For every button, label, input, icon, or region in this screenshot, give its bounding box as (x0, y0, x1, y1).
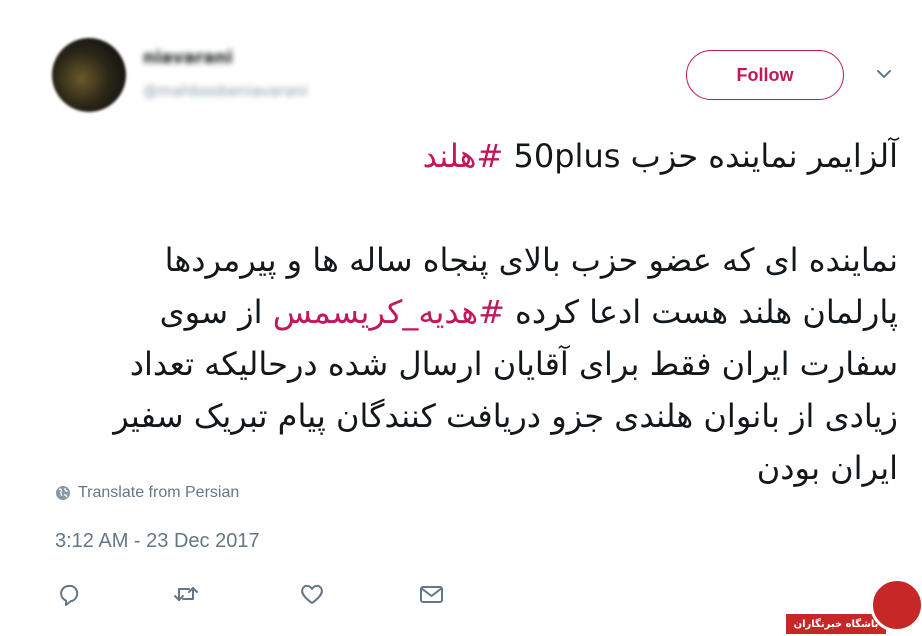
avatar[interactable] (52, 38, 126, 112)
retweet-icon[interactable] (172, 580, 200, 608)
globe-icon (56, 486, 70, 500)
translate-link[interactable]: Translate from Persian (55, 484, 239, 502)
chevron-down-icon[interactable] (874, 64, 894, 84)
tweet-paragraph-2: نماینده ای که عضو حزب بالای پنجاه ساله ه… (60, 234, 898, 494)
hashtag-link[interactable]: #هدیه_کریسمس (273, 293, 505, 331)
tweet-text-segment: آلزایمر نماینده حزب 50plus (503, 137, 898, 175)
direct-message-icon[interactable] (417, 580, 445, 608)
like-heart-icon[interactable] (298, 580, 326, 608)
user-name[interactable]: niavarani (143, 48, 233, 68)
watermark-circle (870, 578, 922, 632)
tweet-text: آلزایمر نماینده حزب 50plus #هلند نماینده… (60, 130, 898, 494)
translate-label: Translate from Persian (78, 484, 240, 501)
reply-icon[interactable] (56, 580, 84, 608)
tweet-line-1: آلزایمر نماینده حزب 50plus #هلند (60, 130, 898, 182)
timestamp[interactable]: 3:12 AM - 23 Dec 2017 (55, 530, 260, 553)
hashtag-link[interactable]: #هلند (423, 137, 504, 175)
watermark-band: باشگاه خبرنگاران (786, 614, 886, 634)
watermark-logo: باشگاه خبرنگاران (786, 576, 922, 636)
user-handle[interactable]: @mahboobeniavarani (143, 82, 308, 100)
follow-button[interactable]: Follow (686, 50, 844, 100)
